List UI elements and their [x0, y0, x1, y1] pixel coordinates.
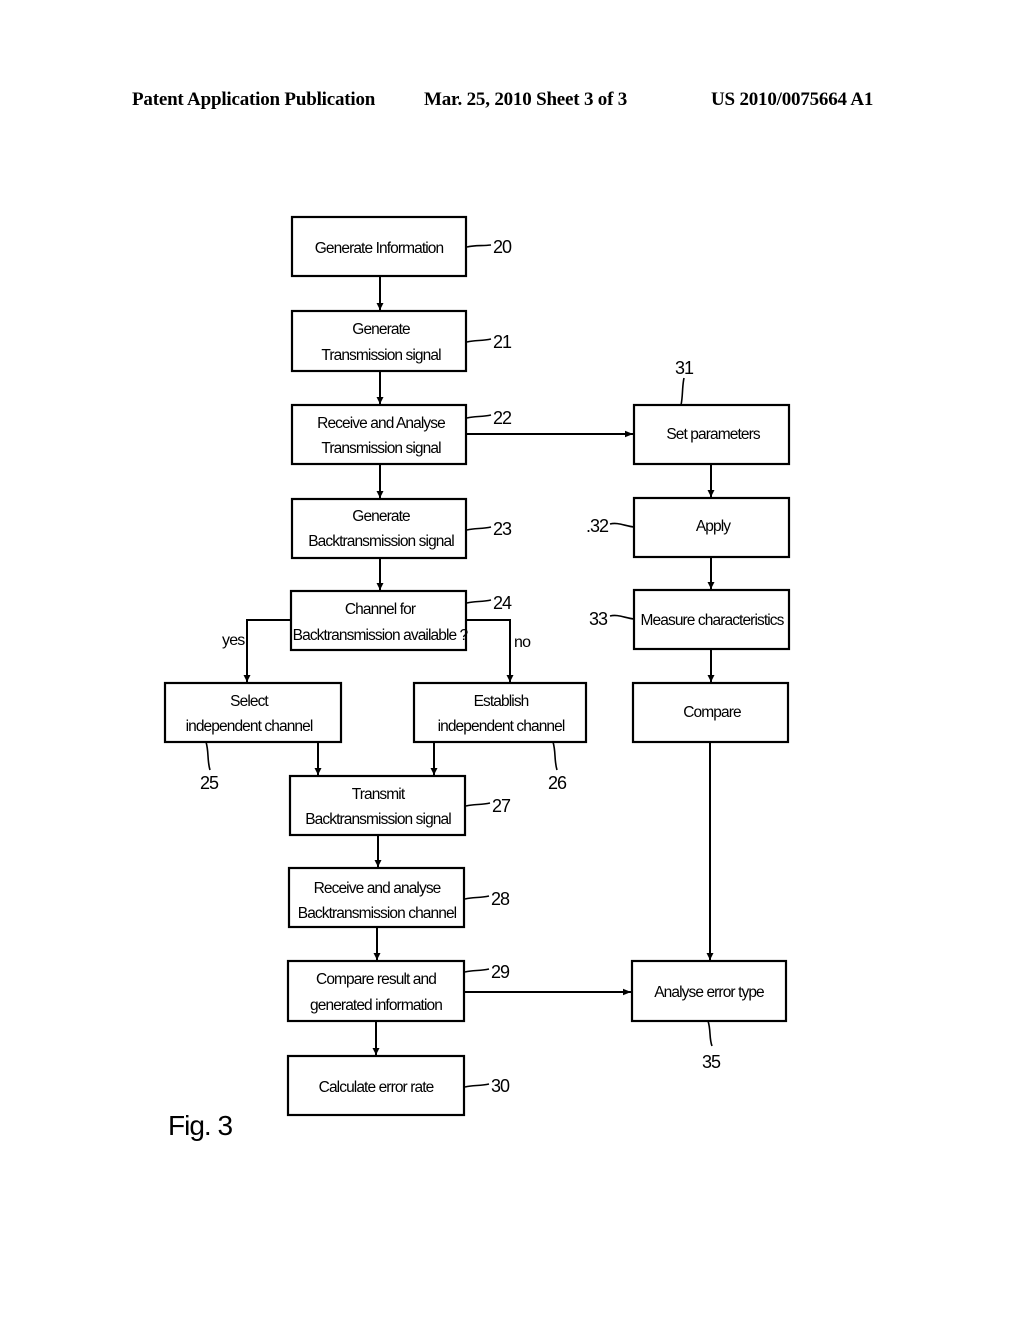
step-21: Generate Transmission signal [290, 309, 468, 373]
arrow-24-yes-25 [243, 619, 291, 682]
step-text: generated information [310, 997, 442, 1014]
step-text: Transmit [352, 786, 406, 803]
step-text: Transmission signal [321, 347, 441, 364]
step-text: Compare [683, 704, 741, 721]
step-text: Receive and Analyse [317, 415, 445, 432]
step-text: Channel for [345, 601, 416, 618]
step-26: Establish independent channel [412, 681, 588, 744]
step-text: Generate [352, 321, 410, 338]
step-text: Apply [696, 518, 731, 535]
ref-numeral-27: 27 [492, 796, 511, 816]
ref-numeral-22: 22 [493, 408, 512, 428]
branch-label-no: no [514, 634, 531, 651]
step-text: Calculate error rate [319, 1079, 434, 1096]
step-text: Select [230, 693, 269, 710]
ref-numeral-25: 25 [200, 773, 219, 793]
step-29: Compare result and generated information [286, 959, 466, 1023]
step-text: Generate [352, 508, 410, 525]
step-text: independent channel [438, 718, 565, 735]
connectors [243, 276, 715, 1055]
ref-numeral-30: 30 [491, 1076, 510, 1096]
step-33: Measure characteristics [632, 588, 791, 651]
ref-numeral-33: 33 [589, 609, 608, 629]
step-20: Generate Information [290, 215, 468, 278]
step-31: Set parameters [632, 403, 791, 466]
step-text: Backtransmission signal [308, 533, 454, 550]
step-compare: Compare [631, 681, 790, 744]
ref-numeral-24: 24 [493, 593, 512, 613]
step-22: Receive and Analyse Transmission signal [290, 403, 468, 466]
step-text: Backtransmission signal [305, 811, 451, 828]
ref-numeral-20: 20 [493, 237, 512, 257]
step-text: Transmission signal [321, 440, 441, 457]
ref-numeral-31: 31 [675, 358, 694, 378]
step-27: Transmit Backtransmission signal [288, 774, 467, 837]
step-text: Generate Information [315, 240, 444, 257]
step-text: Receive and analyse [314, 880, 441, 897]
ref-numeral-29: 29 [491, 962, 510, 982]
ref-numeral-28: 28 [491, 889, 510, 909]
step-text: Measure characteristics [641, 612, 785, 629]
step-25: Select independent channel [163, 681, 343, 744]
arrow-24-no-26 [466, 619, 514, 682]
step-24-decision: Channel for Backtransmission available ? [289, 589, 470, 652]
step-32: Apply [632, 496, 791, 559]
step-23: Generate Backtransmission signal [290, 497, 468, 560]
step-text: Backtransmission available ? [293, 627, 469, 644]
step-text: Compare result and [316, 971, 436, 988]
ref-numeral-32: .32 [586, 516, 609, 536]
step-text: Analyse error type [654, 984, 764, 1001]
ref-numeral-26: 26 [548, 773, 567, 793]
flowchart-diagram: Generate Information Generate Transmissi… [163, 215, 791, 1141]
step-text: Set parameters [666, 426, 761, 443]
step-28: Receive and analyse Backtransmission cha… [287, 866, 466, 929]
step-text: independent channel [186, 718, 313, 735]
ref-numeral-23: 23 [493, 519, 512, 539]
step-30: Calculate error rate [286, 1054, 466, 1117]
step-text: Backtransmission channel [298, 905, 457, 922]
step-35: Analyse error type [630, 959, 788, 1023]
ref-numeral-35: 35 [702, 1052, 721, 1072]
ref-numeral-21: 21 [493, 332, 512, 352]
figure-label: Fig. 3 [168, 1110, 232, 1141]
step-text: Establish [474, 693, 529, 710]
branch-label-yes: yes [222, 632, 245, 649]
